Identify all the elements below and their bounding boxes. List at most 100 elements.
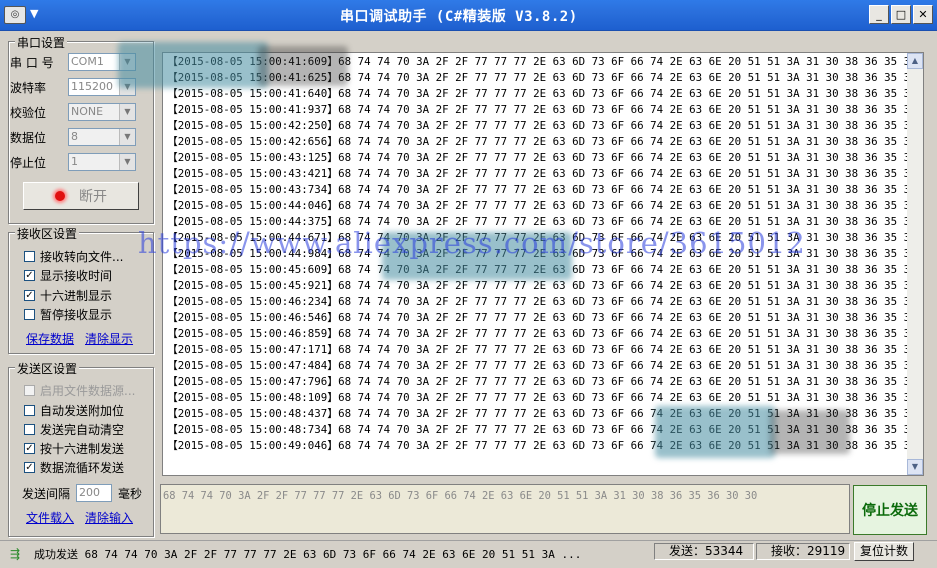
checkbox[interactable]: ✓ xyxy=(24,270,35,281)
receive-line-payload: 68 74 74 70 3A 2F 2F 77 77 77 2E 63 6D 7… xyxy=(338,231,924,244)
receive-line-timestamp: 【2015-08-05 15:00:48:437】 xyxy=(167,407,339,420)
checkbox[interactable]: ✓ xyxy=(24,443,35,454)
send-status-icon: ⇶ xyxy=(10,547,21,561)
receive-line-payload: 68 74 74 70 3A 2F 2F 77 77 77 2E 63 6D 7… xyxy=(338,407,924,420)
parity-label: 校验位 xyxy=(10,105,47,120)
receive-line-timestamp: 【2015-08-05 15:00:47:171】 xyxy=(167,343,339,356)
receive-line-payload: 68 74 74 70 3A 2F 2F 77 77 77 2E 63 6D 7… xyxy=(338,327,924,340)
receive-textarea[interactable]: 【2015-08-05 15:00:41:609】 68 74 74 70 3A … xyxy=(162,52,924,476)
receive-line: 【2015-08-05 15:00:41:937】68 74 74 70 3A … xyxy=(167,102,923,118)
receive-line-payload: 68 74 74 70 3A 2F 2F 77 77 77 2E 63 6D 7… xyxy=(338,71,924,84)
receive-line: 【2015-08-05 15:00:44:984】68 74 74 70 3A … xyxy=(167,246,924,262)
maximize-button[interactable]: □ xyxy=(891,5,911,24)
tx-option-hex-send[interactable]: ✓ 按十六进制发送 xyxy=(24,440,124,457)
receive-line-timestamp: 【2015-08-05 15:00:44:046】 xyxy=(167,199,339,212)
chevron-down-icon[interactable]: ▼ xyxy=(119,104,135,120)
rx-option-redirect-file[interactable]: 接收转向文件... xyxy=(24,248,123,265)
open-close-port-button[interactable]: 断开 xyxy=(23,182,139,210)
receive-line-timestamp: 【2015-08-05 15:00:46:234】 xyxy=(167,295,339,308)
scroll-down-icon[interactable]: ▼ xyxy=(907,459,923,475)
receive-line-payload: 68 74 74 70 3A 2F 2F 77 77 77 2E 63 6D 7… xyxy=(338,359,924,372)
status-led-icon xyxy=(55,191,65,201)
receive-line-payload: 68 74 74 70 3A 2F 2F 77 77 77 2E 63 6D 7… xyxy=(338,439,924,452)
receive-line-timestamp: 【2015-08-05 15:00:42:656】 xyxy=(167,135,339,148)
checkbox[interactable] xyxy=(24,405,35,416)
app-icon[interactable]: ◎ xyxy=(4,6,26,24)
receive-line-payload: 68 74 74 70 3A 2F 2F 77 77 77 2E 63 6D 7… xyxy=(338,119,924,132)
receive-line: 【2015-08-05 15:00:48:109】68 74 74 70 3A … xyxy=(167,390,924,406)
receive-line-payload: 68 74 74 70 3A 2F 2F 77 77 77 2E 63 6D 7… xyxy=(338,391,924,404)
receive-line-timestamp: 【2015-08-05 15:00:42:250】 xyxy=(167,119,339,132)
chevron-down-icon[interactable]: ▼ xyxy=(119,154,135,170)
reset-count-button[interactable]: 复位计数 xyxy=(854,542,914,561)
receive-line: 【2015-08-05 15:00:45:921】68 74 74 70 3A … xyxy=(167,278,924,294)
rx-option-pause-display[interactable]: 暂停接收显示 xyxy=(24,306,112,323)
load-file-link[interactable]: 文件载入 xyxy=(26,509,74,526)
receive-line-timestamp: 【2015-08-05 15:00:49:046】 xyxy=(167,439,339,452)
stopbits-select[interactable]: 1 ▼ xyxy=(68,153,136,171)
receive-line-payload: 68 74 74 70 3A 2F 2F 77 77 77 2E 63 6D 7… xyxy=(338,167,924,180)
checkbox[interactable]: ✓ xyxy=(24,290,35,301)
receive-line-payload: 68 74 74 70 3A 2F 2F 77 77 77 2E 63 6D 7… xyxy=(338,279,924,292)
receive-line: 【2015-08-05 15:00:46:546】68 74 74 70 3A … xyxy=(167,310,923,326)
receive-line-payload: 68 74 74 70 3A 2F 2F 77 77 77 2E 63 6D 7… xyxy=(338,199,924,212)
chevron-down-icon[interactable]: ▼ xyxy=(119,54,135,70)
title-bar[interactable]: ◎ ▼ 串口调试助手 (C#精装版 V3.8.2) _ □ ✕ xyxy=(0,0,937,31)
receive-line-payload: 68 74 74 70 3A 2F 2F 77 77 77 2E 63 6D 7… xyxy=(338,263,924,276)
stopbits-row: 停止位 1 ▼ xyxy=(10,153,136,171)
receive-line-payload: 68 74 74 70 3A 2F 2F 77 77 77 2E 63 6D 7… xyxy=(338,247,924,260)
receive-line-payload: 68 74 74 70 3A 2F 2F 77 77 77 2E 63 6D 7… xyxy=(338,215,924,228)
receive-line: 【2015-08-05 15:00:48:437】68 74 74 70 3A … xyxy=(167,406,924,422)
receive-line: 【2015-08-05 15:00:42:656】68 74 74 70 3A … xyxy=(167,134,924,150)
parity-select[interactable]: NONE ▼ xyxy=(68,103,136,121)
checkbox[interactable] xyxy=(24,385,35,396)
databits-select[interactable]: 8 ▼ xyxy=(68,128,136,146)
receive-line: 【2015-08-05 15:00:41:640】68 74 74 70 3A … xyxy=(167,86,923,102)
receive-line-timestamp: 【2015-08-05 15:00:47:484】 xyxy=(167,359,339,372)
rx-option-show-time[interactable]: ✓ 显示接收时间 xyxy=(24,267,112,284)
receive-scrollbar[interactable]: ▲ ▼ xyxy=(907,53,923,475)
receive-line-timestamp: 【2015-08-05 15:00:45:921】 xyxy=(167,279,339,292)
stop-send-button[interactable]: 停止发送 xyxy=(853,485,927,535)
checkbox[interactable] xyxy=(24,424,35,435)
receive-line: 【2015-08-05 15:00:43:421】68 74 74 70 3A … xyxy=(167,166,924,182)
save-data-link[interactable]: 保存数据 xyxy=(26,330,74,347)
send-textarea[interactable]: 68 74 74 70 3A 2F 2F 77 77 77 2E 63 6D 7… xyxy=(160,484,850,534)
send-interval-row: 发送间隔 200 毫秒 xyxy=(22,484,142,502)
receive-line-timestamp: 【2015-08-05 15:00:41:609】 xyxy=(167,55,339,68)
receive-line-timestamp: 【2015-08-05 15:00:41:625】 xyxy=(167,71,339,84)
send-settings-legend: 发送区设置 xyxy=(15,360,80,377)
tx-option-auto-clear[interactable]: 发送完自动清空 xyxy=(24,421,124,438)
receive-line: 【2015-08-05 15:00:43:734】68 74 74 70 3A … xyxy=(167,182,923,198)
receive-line: 【2015-08-05 15:00:41:625】68 74 74 70 3A … xyxy=(167,70,924,86)
receive-line-timestamp: 【2015-08-05 15:00:48:734】 xyxy=(167,423,339,436)
rx-option-hex-display[interactable]: ✓ 十六进制显示 xyxy=(24,287,112,304)
clear-input-link[interactable]: 清除输入 xyxy=(85,509,133,526)
receive-line: 【2015-08-05 15:00:45:609】68 74 74 70 3A … xyxy=(167,262,924,278)
receive-line-timestamp: 【2015-08-05 15:00:47:796】 xyxy=(167,375,339,388)
checkbox[interactable] xyxy=(24,309,35,320)
clear-display-link[interactable]: 清除显示 xyxy=(85,330,133,347)
chevron-down-icon[interactable]: ▼ xyxy=(119,129,135,145)
tx-option-append-bits[interactable]: 自动发送附加位 xyxy=(24,402,124,419)
close-button[interactable]: ✕ xyxy=(913,5,933,24)
checkbox[interactable] xyxy=(24,251,35,262)
minimize-button[interactable]: _ xyxy=(869,5,889,24)
scroll-up-icon[interactable]: ▲ xyxy=(907,53,923,69)
receive-line-timestamp: 【2015-08-05 15:00:45:609】 xyxy=(167,263,339,276)
send-interval-input[interactable]: 200 xyxy=(76,484,113,502)
chevron-down-icon[interactable]: ▼ xyxy=(119,79,135,95)
tx-option-file-source[interactable]: 启用文件数据源... xyxy=(24,382,135,399)
port-select[interactable]: COM1 ▼ xyxy=(68,53,136,71)
receive-line-timestamp: 【2015-08-05 15:00:44:375】 xyxy=(167,215,339,228)
receive-line-payload: 68 74 74 70 3A 2F 2F 77 77 77 2E 63 6D 7… xyxy=(338,295,924,308)
receive-line: 【2015-08-05 15:00:46:859】68 74 74 70 3A … xyxy=(167,326,924,342)
tx-option-loop-send[interactable]: ✓ 数据流循环发送 xyxy=(24,459,124,476)
system-menu-chevron-down-icon[interactable]: ▼ xyxy=(30,7,38,20)
receive-line-timestamp: 【2015-08-05 15:00:43:125】 xyxy=(167,151,339,164)
baud-select[interactable]: 115200 ▼ xyxy=(68,78,136,96)
checkbox[interactable]: ✓ xyxy=(24,462,35,473)
receive-line: 【2015-08-05 15:00:48:734】68 74 74 70 3A … xyxy=(167,422,923,438)
receive-line-payload: 68 74 74 70 3A 2F 2F 77 77 77 2E 63 6D 7… xyxy=(338,135,924,148)
port-row: 串 口 号 COM1 ▼ xyxy=(10,53,136,71)
